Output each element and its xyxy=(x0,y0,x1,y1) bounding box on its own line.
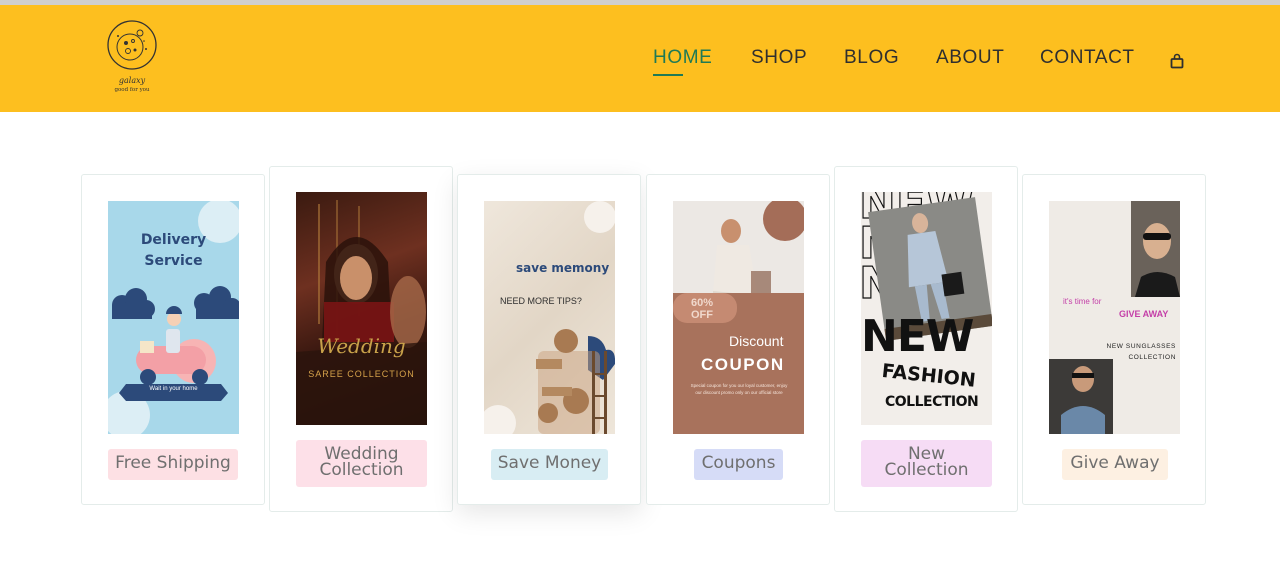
poster-collection: COLLECTION xyxy=(885,394,979,410)
giveaway-poster-image: it's time for GIVE AWAY NEW SUNGLASSES C… xyxy=(1049,201,1180,434)
galaxy-logo-icon xyxy=(107,20,157,70)
nav-contact[interactable]: CONTACT xyxy=(1040,47,1135,69)
card-label-line2: Collection xyxy=(884,460,969,480)
card-label[interactable]: Coupons xyxy=(694,449,783,480)
coupon-poster-image: 60% OFF Discount COUPON Special coupon f… xyxy=(673,201,804,434)
coupon-badge-percent: 60% xyxy=(690,297,714,309)
poster-subtitle: SAREE COLLECTION xyxy=(308,369,415,379)
site-header: galaxy good for you HOME SHOP BLOG ABOUT… xyxy=(0,5,1280,112)
card-give-away[interactable]: it's time for GIVE AWAY NEW SUNGLASSES C… xyxy=(1022,174,1206,505)
card-free-shipping[interactable]: Delivery Service Wait in your home Free … xyxy=(81,174,265,505)
card-new-collection[interactable]: NEW NEW NEW NEW FASHION COLLECTION New C… xyxy=(834,166,1018,512)
card-label[interactable]: Give Away xyxy=(1062,449,1168,480)
poster-big-new: NEW xyxy=(861,311,974,362)
poster-ribbon-text: Wait in your home xyxy=(149,386,198,392)
delivery-poster-image: Delivery Service Wait in your home xyxy=(108,201,239,434)
card-label[interactable]: Free Shipping xyxy=(108,449,238,480)
shopping-bag-icon[interactable] xyxy=(1170,53,1184,69)
card-save-money[interactable]: save memony NEED MORE TIPS? Save Money xyxy=(457,174,641,505)
poster-title: save memony xyxy=(516,261,610,275)
coupon-fine-print-1: Special coupon for you our loyal custome… xyxy=(690,383,788,388)
coupon-title: COUPON xyxy=(701,355,785,374)
poster-sub2: COLLECTION xyxy=(1128,354,1176,361)
wedding-poster-image: Wedding SAREE COLLECTION xyxy=(296,192,427,425)
nav-shop[interactable]: SHOP xyxy=(751,47,807,69)
card-label[interactable]: New Collection xyxy=(861,440,992,487)
poster-subtitle: NEED MORE TIPS? xyxy=(500,296,582,306)
poster-title-line2: Service xyxy=(144,253,203,269)
coupon-fine-print-2: our discount promo only on our official … xyxy=(695,390,783,395)
card-wedding-collection[interactable]: Wedding SAREE COLLECTION Wedding Collect… xyxy=(269,166,453,512)
nav-blog[interactable]: BLOG xyxy=(844,47,899,69)
poster-title-line1: Delivery xyxy=(140,232,207,248)
nav-home[interactable]: HOME xyxy=(653,47,712,76)
poster-script-title: Wedding xyxy=(317,334,406,358)
poster-intro: it's time for xyxy=(1063,297,1102,306)
fashion-poster-image: NEW NEW NEW NEW FASHION COLLECTION xyxy=(861,192,992,425)
poster-sub1: NEW SUNGLASSES xyxy=(1106,343,1176,350)
save-money-poster-image: save memony NEED MORE TIPS? xyxy=(484,201,615,434)
card-label-line2: Collection xyxy=(319,460,404,480)
brand-name: galaxy xyxy=(118,76,146,85)
card-coupons[interactable]: 60% OFF Discount COUPON Special coupon f… xyxy=(646,174,830,505)
coupon-discount-text: Discount xyxy=(729,333,784,349)
brand-logo[interactable]: galaxy good for you xyxy=(103,19,161,101)
card-label[interactable]: Wedding Collection xyxy=(296,440,427,487)
brand-tagline: good for you xyxy=(114,87,150,93)
nav-about[interactable]: ABOUT xyxy=(936,47,1004,69)
poster-giveaway-title: GIVE AWAY xyxy=(1119,309,1169,319)
card-label[interactable]: Save Money xyxy=(491,449,608,480)
coupon-badge-off: OFF xyxy=(691,309,713,321)
